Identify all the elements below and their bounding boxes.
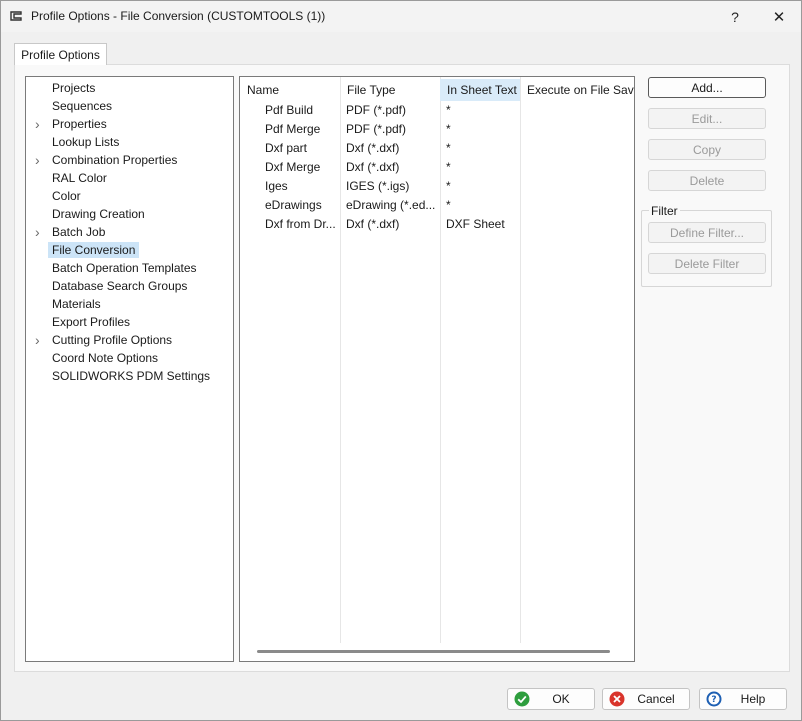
table-cell bbox=[520, 196, 634, 215]
help-icon[interactable]: ? bbox=[713, 1, 757, 32]
options-tree[interactable]: Projects Sequences › Properties Lookup Lists… bbox=[25, 76, 234, 662]
tree-item-label: Combination Properties bbox=[52, 153, 178, 167]
tree-item[interactable]: › Batch Job bbox=[26, 223, 233, 241]
table-cell bbox=[520, 215, 634, 234]
table-cell: Dxf (*.dxf) bbox=[346, 160, 400, 174]
app-icon bbox=[10, 11, 22, 21]
ok-button[interactable]: OK bbox=[507, 688, 595, 710]
tree-item-label: File Conversion bbox=[48, 242, 140, 258]
tree-item-label: Sequences bbox=[52, 99, 113, 113]
chevron-right-icon[interactable]: › bbox=[35, 153, 45, 167]
tree-item-label: Lookup Lists bbox=[52, 135, 120, 149]
column-header-name[interactable]: Name bbox=[240, 79, 340, 101]
table-cell: PDF (*.pdf) bbox=[346, 103, 407, 117]
table-cell: * bbox=[446, 103, 451, 117]
tree-item[interactable]: Materials bbox=[26, 295, 233, 313]
table-cell: * bbox=[446, 198, 451, 212]
define-filter-button[interactable]: Define Filter... bbox=[648, 222, 766, 243]
tree-item-label: Properties bbox=[52, 117, 107, 131]
tree-item-label: Export Profiles bbox=[52, 315, 131, 329]
table-cell: * bbox=[446, 122, 451, 136]
table-cell: Pdf Build bbox=[265, 103, 314, 117]
table-cell: eDrawings bbox=[265, 198, 322, 212]
help-button[interactable]: ? Help bbox=[699, 688, 787, 710]
table-cell: Dxf (*.dxf) bbox=[346, 217, 400, 231]
close-icon[interactable]: ✕ bbox=[757, 1, 801, 32]
table-cell: Dxf Merge bbox=[265, 160, 321, 174]
delete-filter-button[interactable]: Delete Filter bbox=[648, 253, 766, 274]
table-cell: * bbox=[446, 179, 451, 193]
help-circle-icon: ? bbox=[706, 691, 722, 707]
table-cell: Dxf (*.dxf) bbox=[346, 141, 400, 155]
profile-options-dialog: Profile Options - File Conversion (CUSTO… bbox=[0, 0, 802, 721]
chevron-right-icon[interactable]: › bbox=[35, 333, 45, 347]
tree-item-label: Materials bbox=[52, 297, 101, 311]
svg-text:?: ? bbox=[711, 695, 716, 705]
table-cell: IGES (*.igs) bbox=[346, 179, 410, 193]
table-cell bbox=[520, 120, 634, 139]
table-cell bbox=[520, 158, 634, 177]
table-cell: * bbox=[446, 160, 451, 174]
tree-item[interactable]: File Conversion bbox=[26, 241, 233, 259]
cancel-button[interactable]: Cancel bbox=[602, 688, 690, 710]
table-cell: Iges bbox=[265, 179, 288, 193]
chevron-right-icon[interactable]: › bbox=[35, 225, 45, 239]
tree-item[interactable]: Projects bbox=[26, 79, 233, 97]
check-icon bbox=[514, 691, 530, 707]
table-cell bbox=[520, 177, 634, 196]
window-title: Profile Options - File Conversion (CUSTO… bbox=[31, 9, 326, 23]
tree-item[interactable]: Batch Operation Templates bbox=[26, 259, 233, 277]
tree-item[interactable]: Database Search Groups bbox=[26, 277, 233, 295]
tree-item-label: Color bbox=[52, 189, 81, 203]
table-cell: * bbox=[446, 141, 451, 155]
add-button[interactable]: Add... bbox=[648, 77, 766, 98]
table-cell: Pdf Merge bbox=[265, 122, 321, 136]
horizontal-scrollbar[interactable] bbox=[257, 650, 610, 653]
filter-legend: Filter bbox=[649, 204, 680, 218]
tree-item[interactable]: › Properties bbox=[26, 115, 233, 133]
table-cell bbox=[520, 139, 634, 158]
tree-item[interactable]: Export Profiles bbox=[26, 313, 233, 331]
tree-item-label: SOLIDWORKS PDM Settings bbox=[52, 369, 211, 383]
tree-item-label: Database Search Groups bbox=[52, 279, 188, 293]
tree-item-label: RAL Color bbox=[52, 171, 107, 185]
delete-button[interactable]: Delete bbox=[648, 170, 766, 191]
help-label: Help bbox=[740, 692, 766, 706]
tree-item-label: Cutting Profile Options bbox=[52, 333, 173, 347]
tree-item[interactable]: Lookup Lists bbox=[26, 133, 233, 151]
table-cell: PDF (*.pdf) bbox=[346, 122, 407, 136]
tree-item-label: Projects bbox=[52, 81, 96, 95]
table-cell: eDrawing (*.ed... bbox=[346, 198, 436, 212]
tree-item[interactable]: › Cutting Profile Options bbox=[26, 331, 233, 349]
copy-button[interactable]: Copy bbox=[648, 139, 766, 160]
tree-item[interactable]: › Combination Properties bbox=[26, 151, 233, 169]
tree-item[interactable]: Sequences bbox=[26, 97, 233, 115]
table-cell: DXF Sheet bbox=[446, 217, 505, 231]
tree-item[interactable]: Drawing Creation bbox=[26, 205, 233, 223]
chevron-right-icon[interactable]: › bbox=[35, 117, 45, 131]
tree-item-label: Drawing Creation bbox=[52, 207, 145, 221]
column-header-execute-on-save[interactable]: Execute on File Save bbox=[520, 79, 634, 101]
column-header-file-type[interactable]: File Type bbox=[340, 79, 440, 101]
table-cell bbox=[520, 101, 634, 120]
ok-label: OK bbox=[552, 692, 570, 706]
table-cell: Dxf part bbox=[265, 141, 308, 155]
column-header-in-sheet-text[interactable]: In Sheet Text bbox=[440, 79, 520, 101]
title-bar: Profile Options - File Conversion (CUSTO… bbox=[1, 1, 801, 32]
tree-item-label: Batch Job bbox=[52, 225, 106, 239]
conversion-grid[interactable]: Name File Type In Sheet Text Execute on … bbox=[239, 76, 635, 662]
tree-item[interactable]: RAL Color bbox=[26, 169, 233, 187]
tree-item-label: Batch Operation Templates bbox=[52, 261, 197, 275]
tab-profile-options[interactable]: Profile Options bbox=[14, 43, 107, 65]
tree-item[interactable]: Coord Note Options bbox=[26, 349, 233, 367]
edit-button[interactable]: Edit... bbox=[648, 108, 766, 129]
cancel-icon bbox=[609, 691, 625, 707]
cancel-label: Cancel bbox=[637, 692, 675, 706]
table-cell: Dxf from Dr... bbox=[265, 217, 336, 231]
tree-item-label: Coord Note Options bbox=[52, 351, 159, 365]
tree-item[interactable]: SOLIDWORKS PDM Settings bbox=[26, 367, 233, 385]
tree-item[interactable]: Color bbox=[26, 187, 233, 205]
